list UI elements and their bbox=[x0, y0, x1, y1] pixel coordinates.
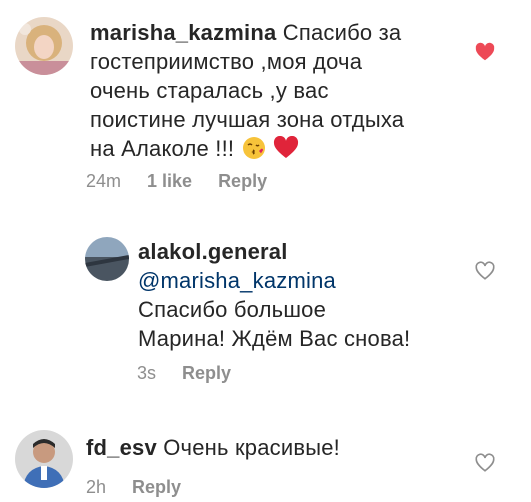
like-heart-icon[interactable] bbox=[474, 260, 496, 282]
comment-time: 3s bbox=[137, 363, 157, 383]
comment-text: гостеприимство ,моя доча bbox=[90, 49, 363, 74]
comment-text: поистине лучшая зона отдыха bbox=[90, 107, 405, 132]
reply-button[interactable]: Reply bbox=[132, 477, 181, 498]
comment-time: 24m bbox=[86, 171, 122, 191]
comment-text: Марина! Ждём Вас снова! bbox=[138, 326, 411, 351]
reply-button[interactable]: Reply bbox=[218, 171, 267, 192]
like-heart-icon[interactable] bbox=[474, 41, 496, 63]
username[interactable]: fd_esv bbox=[86, 435, 157, 460]
comment-text: очень старалась ,у вас bbox=[90, 78, 329, 103]
username[interactable]: alakol.general bbox=[138, 239, 288, 264]
avatar[interactable] bbox=[15, 17, 73, 75]
kissing-face-icon bbox=[242, 136, 266, 167]
red-heart-icon bbox=[273, 135, 299, 167]
username[interactable]: marisha_kazmina bbox=[90, 20, 276, 45]
comment-text: Очень красивые! bbox=[163, 435, 340, 460]
likes-count[interactable]: 1 like bbox=[147, 171, 192, 192]
mention-link[interactable]: @marisha_kazmina bbox=[138, 268, 336, 293]
avatar[interactable] bbox=[85, 237, 129, 281]
comment-text: на Алаколе !!! bbox=[90, 136, 235, 161]
comment-time: 2h bbox=[86, 477, 107, 497]
avatar[interactable] bbox=[15, 430, 73, 488]
comment-text: Спасибо большое bbox=[138, 297, 327, 322]
reply-button[interactable]: Reply bbox=[182, 363, 231, 384]
comment-text: Спасибо за bbox=[282, 20, 402, 45]
like-heart-icon[interactable] bbox=[474, 452, 496, 474]
